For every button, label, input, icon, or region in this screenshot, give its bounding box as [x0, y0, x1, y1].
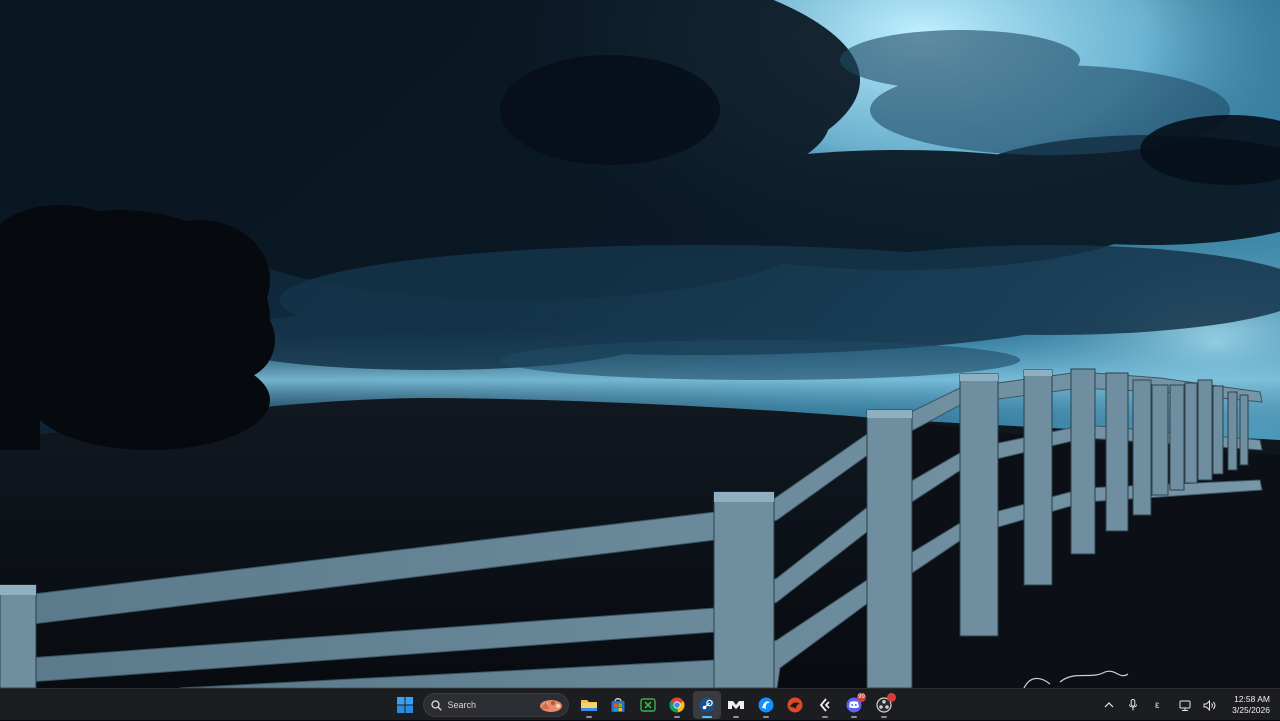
microsoft-store-button[interactable] — [604, 691, 632, 719]
network-icon — [1179, 700, 1191, 711]
search-icon — [430, 699, 442, 711]
taskbar-center: Search 99 — [391, 689, 899, 721]
quick-settings-button[interactable] — [1168, 693, 1224, 717]
desktop-wallpaper[interactable] — [0, 0, 1280, 688]
chevron-up-icon — [1104, 702, 1114, 708]
steam-button[interactable] — [692, 691, 721, 719]
running-indicator — [674, 716, 680, 718]
ime-label: ε — [1154, 699, 1160, 711]
xbox-app-icon — [639, 698, 656, 712]
search-highlight-icon — [539, 700, 562, 712]
search-label: Search — [447, 700, 477, 710]
game-client-icon — [819, 698, 830, 712]
battle-net-button[interactable] — [752, 691, 780, 719]
obs-button[interactable] — [870, 691, 898, 719]
chrome-button[interactable] — [663, 691, 691, 719]
steam-icon — [699, 697, 714, 713]
microsoft-store-icon — [611, 698, 625, 712]
microphone-button[interactable] — [1122, 694, 1144, 716]
file-explorer-button[interactable] — [575, 691, 603, 719]
running-indicator — [733, 716, 739, 718]
chrome-icon — [669, 697, 685, 713]
active-indicator — [701, 716, 712, 718]
clock-date: 3/25/2026 — [1232, 705, 1270, 715]
start-button[interactable] — [391, 691, 419, 719]
running-indicator — [880, 716, 887, 718]
notification-badge: 99 — [857, 693, 866, 702]
red-launcher-button[interactable] — [781, 691, 809, 719]
volume-icon — [1203, 699, 1216, 711]
battle-net-icon — [758, 697, 773, 713]
discord-button[interactable]: 99 — [840, 691, 868, 719]
system-tray: ε 12:58 AM 3/25/2026 — [1096, 689, 1274, 721]
search-input[interactable]: Search — [422, 693, 569, 717]
file-explorer-icon — [580, 700, 597, 711]
recording-badge — [886, 693, 896, 702]
running-indicator — [762, 716, 769, 718]
taskbar: Search 99 ε 12:58 AM 3/25/2026 — [0, 688, 1280, 720]
clock-time: 12:58 AM — [1234, 694, 1270, 704]
game-client-button[interactable] — [811, 691, 839, 719]
microphone-icon — [1129, 699, 1138, 711]
show-hidden-icons-button[interactable] — [1098, 694, 1120, 716]
input-language-indicator[interactable]: ε — [1146, 694, 1168, 716]
running-indicator — [585, 716, 592, 718]
red-launcher-icon — [787, 697, 803, 713]
running-indicator — [821, 716, 828, 718]
network-status — [1174, 694, 1196, 716]
game-launcher-icon — [728, 701, 744, 709]
game-launcher-button[interactable] — [722, 691, 750, 719]
clock[interactable]: 12:58 AM 3/25/2026 — [1232, 694, 1270, 716]
wallpaper-image — [0, 0, 1280, 688]
xbox-app-button[interactable] — [634, 691, 662, 719]
running-indicator — [851, 716, 857, 718]
volume-status — [1198, 694, 1220, 716]
windows-logo-icon — [397, 697, 413, 713]
